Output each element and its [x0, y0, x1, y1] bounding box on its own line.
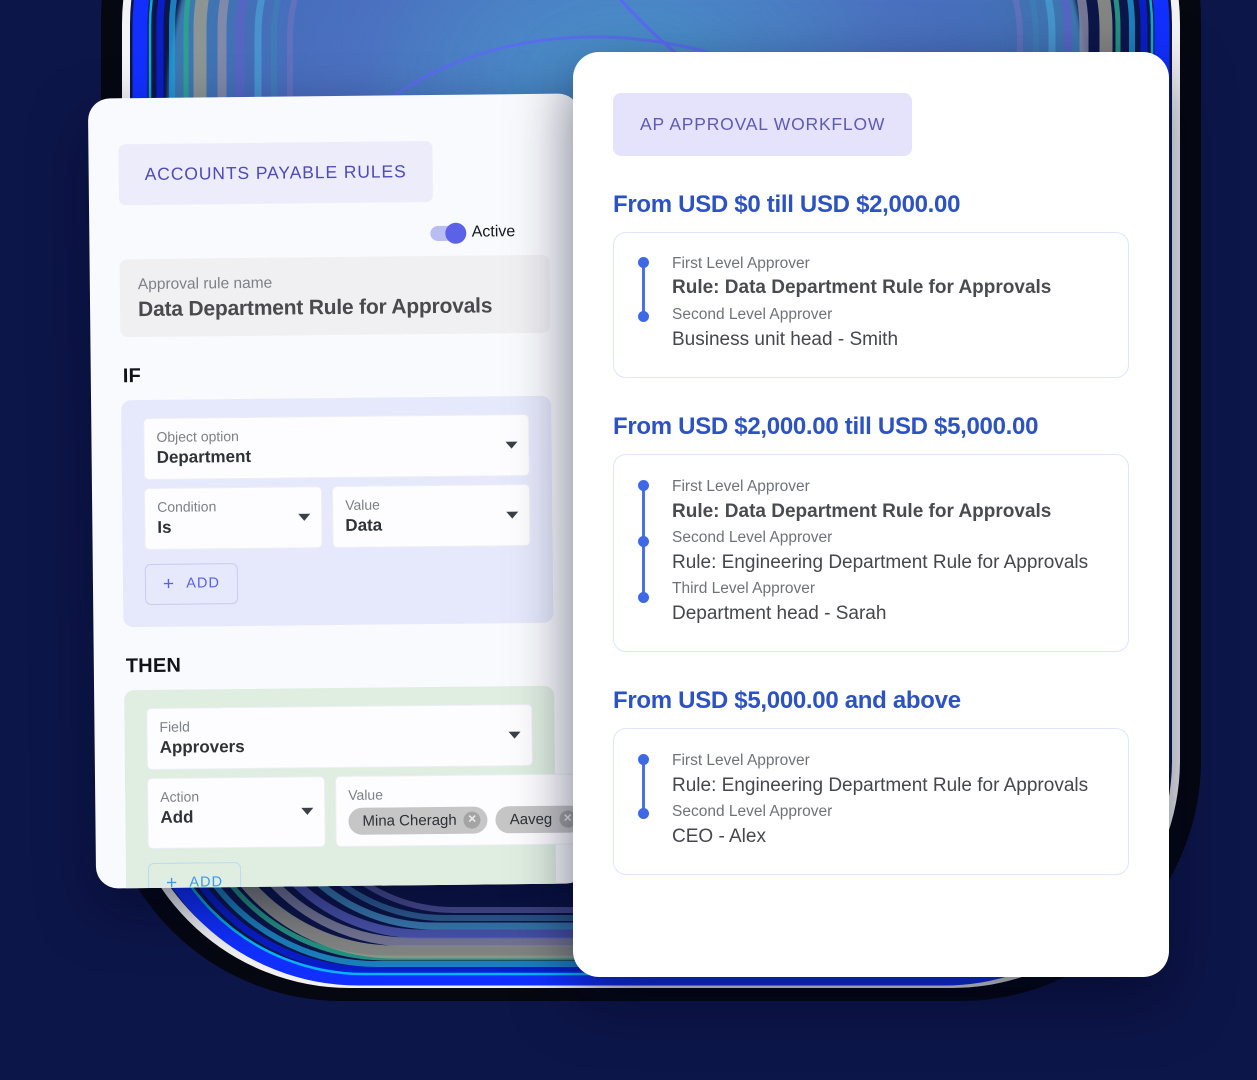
plus-icon: + [165, 872, 179, 889]
if-add-button[interactable]: + ADD [144, 562, 239, 605]
timeline-dot [638, 754, 649, 766]
approver-level-label: First Level Approver [672, 752, 810, 770]
approver-level-value: Rule: Data Department Rule for Approvals [672, 277, 1052, 299]
approver-level-value: Rule: Engineering Department Rule for Ap… [672, 551, 1089, 573]
if-value-label: Value [345, 496, 381, 513]
condition-value: Is [157, 517, 172, 537]
approver-chip[interactable]: Aaveg ✕ [495, 805, 584, 833]
approver-level-label: Second Level Approver [672, 803, 833, 821]
approver-chip-label: Mina Cheragh [362, 811, 457, 830]
approver-level-value: Rule: Data Department Rule for Approvals [672, 500, 1052, 522]
timeline-dot [638, 311, 649, 322]
approver-timeline: First Level Approver Rule: Data Departme… [638, 476, 1104, 627]
object-option-select[interactable]: Object option Department [143, 413, 530, 480]
approver-timeline: First Level Approver Rule: Engineering D… [638, 750, 1104, 850]
close-icon[interactable]: ✕ [463, 811, 481, 829]
approver-level-label: Third Level Approver [672, 580, 816, 598]
chevron-down-icon[interactable] [505, 441, 518, 449]
active-toggle-row[interactable]: Active [119, 222, 516, 245]
if-value-select[interactable]: Value Data [331, 483, 531, 548]
timeline-dot [638, 592, 649, 604]
action-select[interactable]: Action Add [146, 775, 326, 849]
then-value-multiselect[interactable]: Value Mina Cheragh ✕ Aaveg ✕ [334, 772, 589, 847]
field-select-value: Approvers [159, 736, 245, 757]
approver-level: Second Level Approver CEO - Alex [672, 801, 1104, 850]
bracket-levels-box: First Level Approver Rule: Data Departme… [613, 454, 1129, 653]
approver-level: First Level Approver Rule: Data Departme… [672, 253, 1104, 302]
chevron-down-icon[interactable] [508, 731, 521, 739]
then-value-label: Value [348, 786, 384, 803]
object-option-label: Object option [156, 428, 240, 445]
approver-level: Third Level Approver Department head - S… [672, 578, 1104, 627]
then-heading: THEN [125, 654, 182, 678]
bracket-heading: From USD $2,000.00 till USD $5,000.00 [613, 413, 1039, 441]
screenshot-stage: ACCOUNTS PAYABLE RULES Active Approval r… [0, 0, 1257, 1080]
approver-level-label: Second Level Approver [672, 529, 833, 547]
active-toggle-label: Active [471, 223, 516, 241]
timeline-dot [638, 536, 649, 548]
bracket-levels-box: First Level Approver Rule: Engineering D… [613, 728, 1129, 876]
action-label: Action [160, 788, 200, 805]
if-heading: IF [122, 365, 142, 388]
approver-level-value: Department head - Sarah [672, 602, 887, 624]
timeline-connector [642, 758, 645, 813]
if-add-button-label: ADD [186, 575, 221, 592]
then-add-button[interactable]: + ADD [147, 861, 242, 889]
approver-level-label: First Level Approver [672, 478, 810, 496]
object-option-value: Department [156, 446, 252, 467]
if-clause-container: Object option Department Condition Is Va… [121, 395, 554, 628]
approver-level-label: First Level Approver [672, 255, 810, 272]
timeline-dot [638, 808, 649, 820]
action-value: Add [160, 807, 194, 827]
approver-timeline: First Level Approver Rule: Data Departme… [638, 253, 1104, 353]
active-toggle[interactable] [430, 222, 467, 244]
bracket-levels-box: First Level Approver Rule: Data Departme… [613, 232, 1129, 379]
timeline-connector [642, 261, 645, 315]
approval-rule-name-label: Approval rule name [137, 274, 273, 294]
field-select[interactable]: Field Approvers [146, 703, 533, 770]
approval-bracket: From USD $2,000.00 till USD $5,000.00 Fi… [613, 413, 1129, 653]
approval-rule-name-field[interactable]: Approval rule name Data Department Rule … [119, 254, 551, 338]
timeline-dot [638, 480, 649, 492]
approval-bracket: From USD $0 till USD $2,000.00 First Lev… [613, 191, 1129, 379]
accounts-payable-rules-card: ACCOUNTS PAYABLE RULES Active Approval r… [87, 93, 589, 889]
approver-level-value: CEO - Alex [672, 825, 766, 847]
approver-chip-label: Aaveg [509, 810, 553, 828]
approver-level: First Level Approver Rule: Data Departme… [672, 476, 1104, 525]
then-clause-container: Field Approvers Action Add Value Mina Ch… [124, 685, 589, 889]
field-select-label: Field [159, 718, 190, 735]
toggle-knob [445, 222, 467, 244]
plus-icon: + [162, 573, 176, 595]
if-value-value: Data [345, 515, 383, 535]
chevron-down-icon[interactable] [301, 807, 314, 816]
approval-bracket: From USD $5,000.00 and above First Level… [613, 687, 1129, 876]
bracket-heading: From USD $0 till USD $2,000.00 [613, 191, 961, 218]
then-add-button-label: ADD [189, 874, 224, 889]
page-title-pill: ACCOUNTS PAYABLE RULES [118, 140, 433, 206]
timeline-dot [638, 257, 649, 268]
approver-level-value: Business unit head - Smith [672, 328, 899, 350]
workflow-title-pill: AP APPROVAL WORKFLOW [613, 93, 913, 156]
approver-level-value: Rule: Engineering Department Rule for Ap… [672, 774, 1089, 796]
approval-rule-name-value: Data Department Rule for Approvals [137, 294, 493, 322]
ap-approval-workflow-card: AP APPROVAL WORKFLOW From USD $0 till US… [573, 52, 1169, 977]
approver-chip-list: Mina Cheragh ✕ Aaveg ✕ [348, 805, 584, 835]
condition-select[interactable]: Condition Is [143, 486, 323, 550]
approver-level-label: Second Level Approver [672, 306, 833, 324]
approver-level: First Level Approver Rule: Engineering D… [672, 750, 1104, 799]
chevron-down-icon[interactable] [298, 513, 311, 521]
chevron-down-icon[interactable] [506, 511, 519, 519]
approver-chip[interactable]: Mina Cheragh ✕ [348, 806, 488, 835]
bracket-heading: From USD $5,000.00 and above [613, 687, 961, 715]
condition-label: Condition [157, 498, 217, 515]
approver-level: Second Level Approver Business unit head… [672, 304, 1104, 353]
approver-level: Second Level Approver Rule: Engineering … [672, 527, 1104, 576]
